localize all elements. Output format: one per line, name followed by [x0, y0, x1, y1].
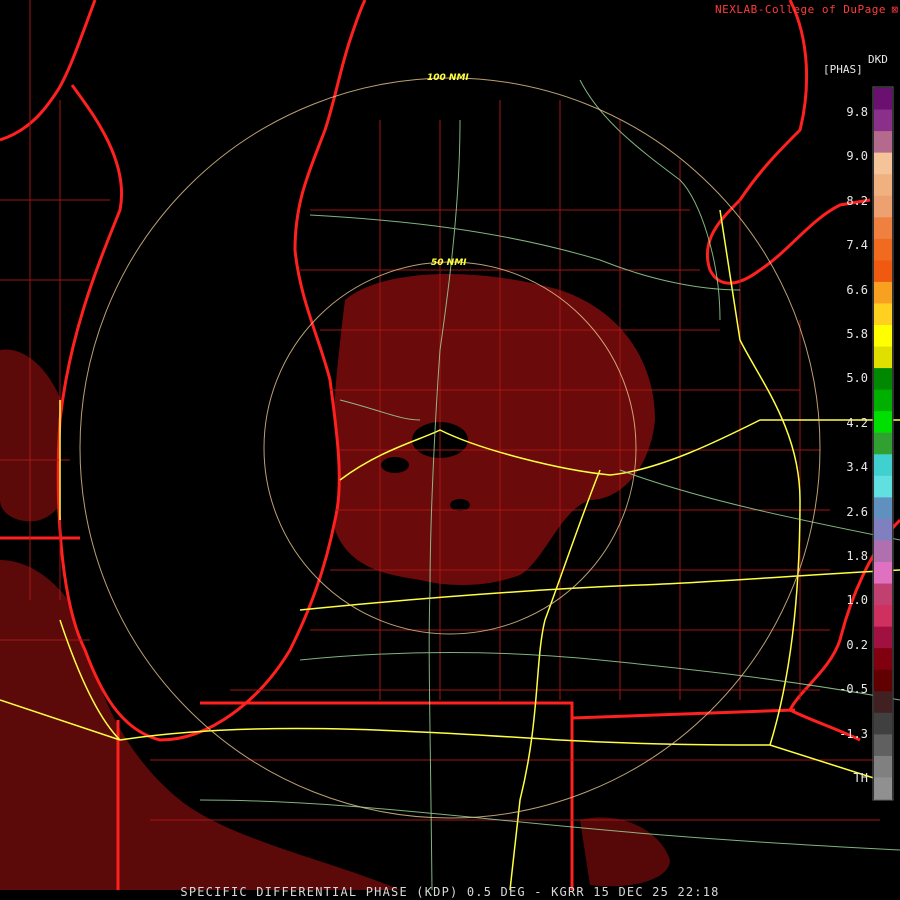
colorbar-cell [874, 368, 892, 391]
colorbar-cell [874, 260, 892, 283]
colorbar-cell [874, 583, 892, 606]
colorbar-cell [874, 411, 892, 434]
colorbar-cell [874, 152, 892, 175]
colorbar-tick-label: 0.2 [846, 637, 868, 652]
colorbar-tick-label: 3.4 [846, 460, 868, 475]
colorbar-cell [874, 325, 892, 348]
units-name: [PHAS] [823, 63, 863, 76]
colorbar-cell [874, 131, 892, 154]
colorbar-tick-label: 1.0 [846, 593, 868, 608]
colorbar-tick-label: 2.6 [846, 504, 868, 519]
colorbar-cell [874, 712, 892, 735]
colorbar-tick-label: 9.8 [846, 105, 868, 119]
colorbar-cell [874, 562, 892, 585]
colorbar-cell [874, 174, 892, 197]
colorbar-cell [874, 669, 892, 692]
colorbar-cell [874, 238, 892, 261]
ring-label-outer: 100 NMI [427, 73, 469, 83]
colorbar-cell [874, 605, 892, 628]
colorbar-tick-label: -0.5 [839, 682, 868, 697]
colorbar-cell [874, 475, 892, 498]
colorbar-cell [874, 303, 892, 326]
colorbar-cell [874, 777, 892, 800]
colorbar [874, 88, 892, 800]
colorbar-cell [874, 346, 892, 369]
colorbar-tick-label: 7.4 [846, 238, 868, 253]
colorbar-cell [874, 734, 892, 757]
units-code: DKD [868, 53, 888, 66]
colorbar-cell [874, 281, 892, 304]
colorbar-cell [874, 432, 892, 455]
colorbar-cell [874, 540, 892, 563]
colorbar-tick-label: 1.8 [846, 549, 868, 563]
colorbar-cell [874, 88, 892, 111]
colorbar-cell [874, 217, 892, 240]
colorbar-cell [874, 195, 892, 218]
colorbar-tick-label: 8.2 [846, 193, 868, 208]
colorbar-cell [874, 755, 892, 778]
colorbar-cell [874, 109, 892, 132]
ring-label-inner: 50 NMI [431, 258, 467, 268]
colorbar-tick-label: 9.0 [846, 149, 868, 164]
colorbar-cell [874, 626, 892, 649]
colorbar-cell [874, 389, 892, 412]
colorbar-tick-label: 5.8 [846, 327, 868, 341]
colorbar-tick-label: 4.2 [846, 415, 868, 430]
colorbar-tick-label: -1.3 [839, 726, 868, 741]
colorbar-cell [874, 518, 892, 541]
colorbar-cell [874, 648, 892, 671]
colorbar-cell [874, 454, 892, 477]
colorbar-cell [874, 691, 892, 714]
product-footer: SPECIFIC DIFFERENTIAL PHASE (KDP) 0.5 DE… [180, 885, 720, 899]
colorbar-tick-label: 6.6 [846, 282, 868, 297]
radar-map [0, 0, 900, 900]
credit-mark-icon: ⊠ [891, 3, 898, 16]
colorbar-tick-label: TH [853, 771, 868, 785]
colorbar-cell [874, 497, 892, 520]
colorbar-tick-label: 5.0 [846, 371, 868, 386]
credit-text: NEXLAB-College of DuPage [715, 3, 886, 16]
